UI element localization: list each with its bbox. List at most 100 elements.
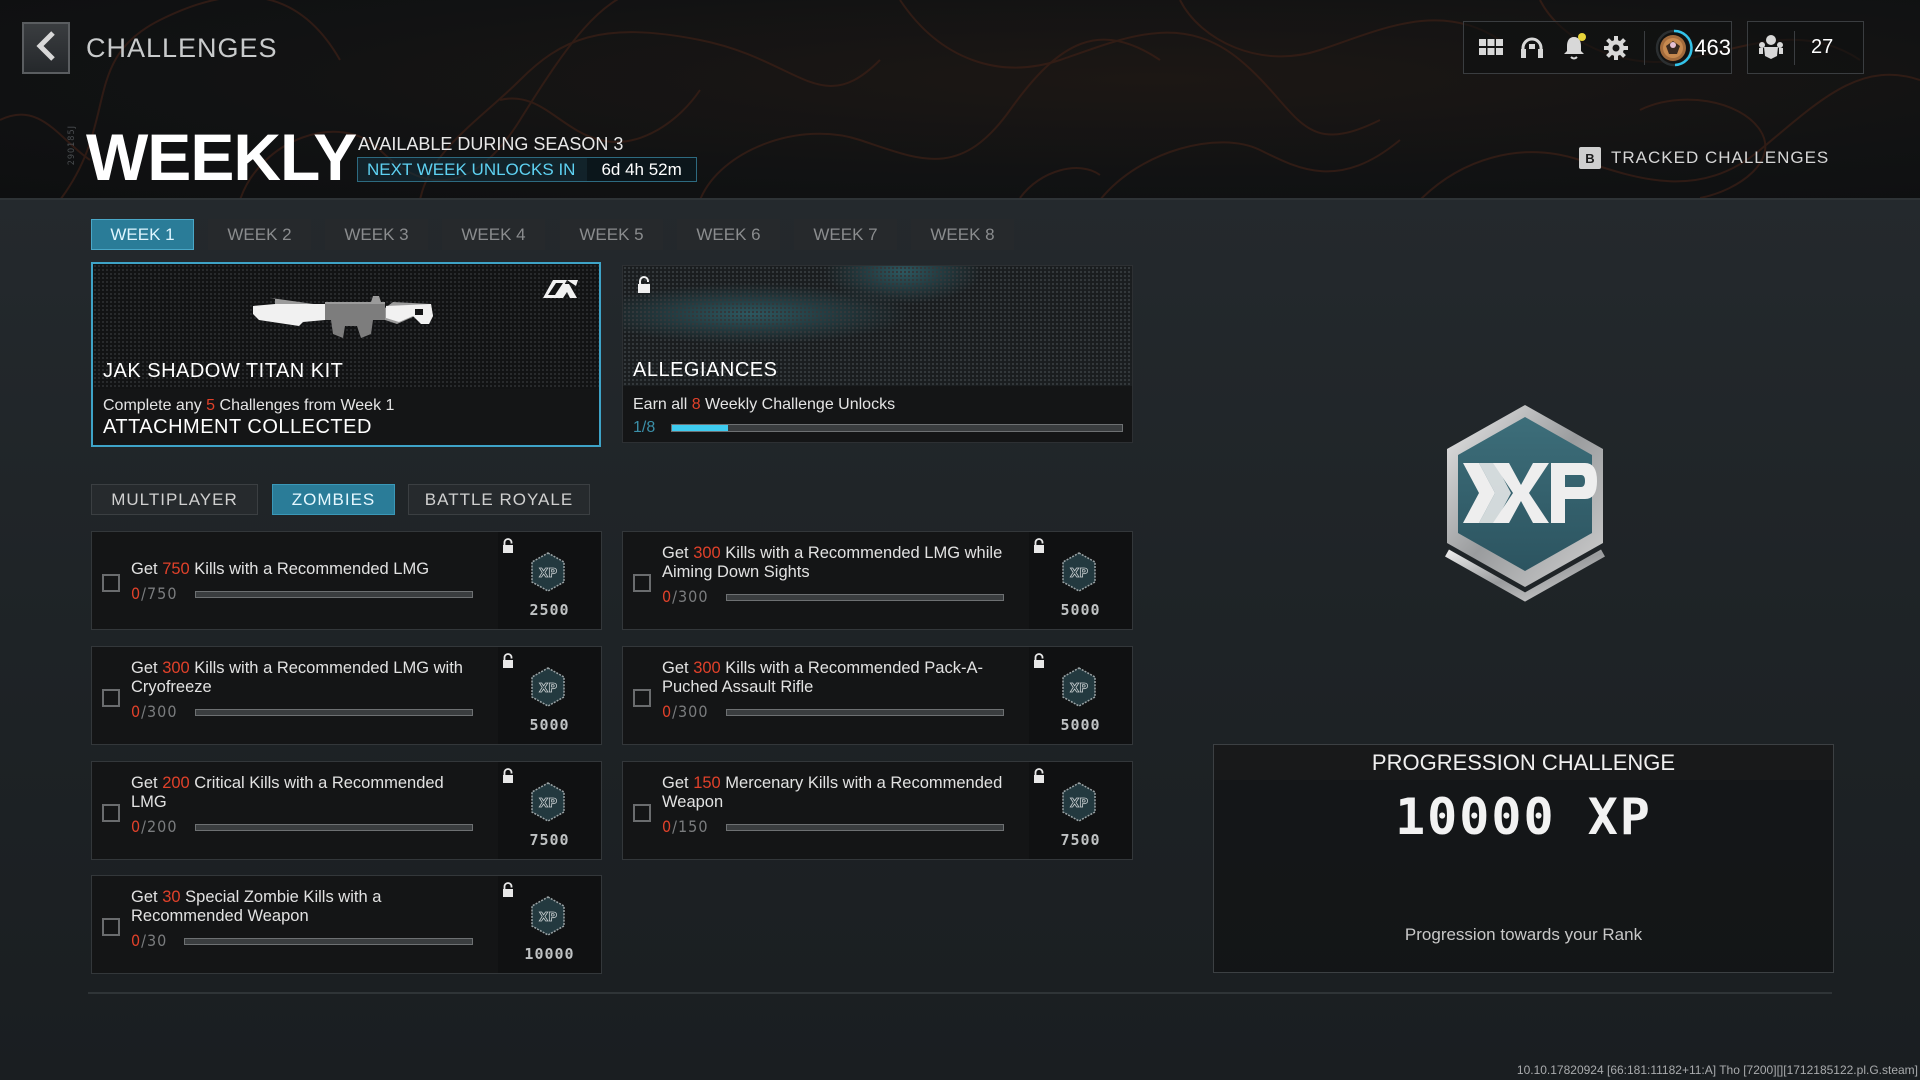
challenge-xp-reward: 10000 bbox=[524, 945, 575, 963]
challenge-description: Get 200 Critical Kills with a Recommende… bbox=[131, 774, 481, 812]
challenge-target: 200 bbox=[162, 774, 190, 792]
tab-week-8[interactable]: WEEK 8 bbox=[911, 219, 1014, 250]
challenge-progress-text: 0/150 bbox=[662, 817, 708, 836]
lock-icon bbox=[1033, 653, 1045, 673]
party-bar[interactable]: 27 bbox=[1747, 21, 1864, 74]
build-info: 10.10.17820924 [66:181:11182+11:A] Tho [… bbox=[1516, 1063, 1918, 1077]
progress-total: /300 bbox=[672, 702, 709, 721]
tab-week-4[interactable]: WEEK 4 bbox=[442, 219, 545, 250]
reward-card-jak-shadow-titan-kit[interactable]: JAK SHADOW TITAN KIT Complete any 5 Chal… bbox=[91, 262, 601, 447]
rank-emblem-icon[interactable] bbox=[1655, 29, 1694, 67]
progress-total: /150 bbox=[672, 817, 709, 836]
progress-current: 0 bbox=[662, 587, 673, 606]
lock-icon bbox=[1033, 768, 1045, 788]
challenge-row[interactable]: Get 750 Kills with a Recommended LMG 0/7… bbox=[91, 531, 602, 630]
requirement-count: 8 bbox=[691, 396, 701, 413]
requirement-text-end: Challenges from Week 1 bbox=[215, 397, 395, 414]
settings-gear-icon[interactable] bbox=[1599, 30, 1633, 66]
tab-multiplayer[interactable]: MULTIPLAYER bbox=[91, 484, 258, 515]
progress-total: /750 bbox=[141, 584, 178, 603]
reward-card-allegiances[interactable]: ALLEGIANCES Earn all 8 Weekly Challenge … bbox=[622, 265, 1133, 443]
requirement-text: Complete any bbox=[103, 397, 207, 414]
challenge-text: Get bbox=[662, 774, 694, 792]
challenge-target: 300 bbox=[693, 544, 721, 562]
challenge-progress-text: 0/300 bbox=[662, 587, 708, 606]
challenge-row[interactable]: Get 300 Kills with a Recommended Pack-A-… bbox=[622, 646, 1133, 745]
challenge-reward: XP 10000 bbox=[498, 876, 601, 973]
challenge-description: Get 30 Special Zombie Kills with a Recom… bbox=[131, 888, 481, 926]
tab-week-3[interactable]: WEEK 3 bbox=[325, 219, 428, 250]
lock-icon bbox=[502, 882, 514, 902]
tab-battle-royale[interactable]: BATTLE ROYALE bbox=[408, 484, 590, 515]
challenge-progress-text: 0/300 bbox=[131, 702, 177, 721]
tab-week-1[interactable]: WEEK 1 bbox=[91, 219, 194, 250]
challenge-text: Get bbox=[662, 659, 694, 677]
track-checkbox[interactable] bbox=[102, 918, 120, 936]
lock-icon bbox=[502, 653, 514, 673]
tracked-challenges-button[interactable]: B TRACKED CHALLENGES bbox=[1579, 147, 1829, 169]
progress-total: /30 bbox=[141, 931, 168, 950]
track-checkbox[interactable] bbox=[102, 804, 120, 822]
lock-icon bbox=[637, 276, 651, 298]
challenge-row[interactable]: Get 200 Critical Kills with a Recommende… bbox=[91, 761, 602, 860]
progress-current: 0 bbox=[131, 817, 142, 836]
xp-token-icon: XP bbox=[530, 896, 566, 940]
notification-bell-icon[interactable] bbox=[1557, 30, 1591, 66]
challenge-text: Get bbox=[131, 659, 163, 677]
unlock-time: 6d 4h 52m bbox=[587, 158, 696, 181]
challenge-xp-reward: 7500 bbox=[529, 831, 570, 849]
challenge-row[interactable]: Get 30 Special Zombie Kills with a Recom… bbox=[91, 875, 602, 974]
challenge-row[interactable]: Get 300 Kills with a Recommended LMG wit… bbox=[91, 646, 602, 745]
reward-status: ATTACHMENT COLLECTED bbox=[103, 416, 372, 438]
challenge-progress-bar bbox=[195, 591, 473, 598]
headset-icon[interactable] bbox=[1516, 30, 1550, 66]
track-checkbox[interactable] bbox=[633, 804, 651, 822]
requirement-count: 5 bbox=[206, 397, 216, 414]
xp-token-icon: XP bbox=[1061, 667, 1097, 711]
tab-week-2[interactable]: WEEK 2 bbox=[208, 219, 311, 250]
challenge-text: Get bbox=[131, 560, 163, 578]
challenge-description: Get 300 Kills with a Recommended Pack-A-… bbox=[662, 659, 1012, 697]
key-hint-b: B bbox=[1579, 147, 1601, 169]
challenge-reward: XP 7500 bbox=[1029, 762, 1132, 859]
challenge-progress-text: 0/30 bbox=[131, 931, 167, 950]
challenge-progress-text: 0/300 bbox=[662, 702, 708, 721]
tab-zombies[interactable]: ZOMBIES bbox=[272, 484, 395, 515]
challenge-xp-reward: 5000 bbox=[1060, 601, 1101, 619]
progress-total: /300 bbox=[141, 702, 178, 721]
track-checkbox[interactable] bbox=[633, 574, 651, 592]
svg-text:XP: XP bbox=[539, 796, 557, 810]
track-checkbox[interactable] bbox=[102, 574, 120, 592]
progression-xp-value: 10000 XP bbox=[1395, 788, 1652, 846]
challenge-xp-reward: 2500 bbox=[529, 601, 570, 619]
challenge-row[interactable]: Get 150 Mercenary Kills with a Recommend… bbox=[622, 761, 1133, 860]
reward-requirement: Complete any 5 Challenges from Week 1 bbox=[103, 397, 394, 415]
rank-level: 463 bbox=[1694, 34, 1732, 60]
apps-grid-icon[interactable] bbox=[1474, 30, 1508, 66]
challenge-progress-bar bbox=[195, 824, 473, 831]
track-checkbox[interactable] bbox=[633, 689, 651, 707]
progression-description: Progression towards your Rank bbox=[1404, 925, 1643, 944]
back-button[interactable] bbox=[22, 22, 70, 74]
challenge-row[interactable]: Get 300 Kills with a Recommended LMG whi… bbox=[622, 531, 1133, 630]
track-checkbox[interactable] bbox=[102, 689, 120, 707]
lock-icon bbox=[1033, 538, 1045, 558]
xp-token-icon: XP bbox=[530, 552, 566, 596]
requirement-text-end: Weekly Challenge Unlocks bbox=[700, 396, 896, 413]
challenge-reward: XP 5000 bbox=[498, 647, 601, 744]
progress-total: /300 bbox=[672, 587, 709, 606]
reward-requirement: Earn all 8 Weekly Challenge Unlocks bbox=[633, 396, 895, 414]
lock-icon bbox=[502, 768, 514, 788]
tab-week-7[interactable]: WEEK 7 bbox=[794, 219, 897, 250]
svg-text:XP: XP bbox=[1070, 566, 1088, 580]
challenge-reward: XP 5000 bbox=[1029, 647, 1132, 744]
tab-week-6[interactable]: WEEK 6 bbox=[677, 219, 780, 250]
svg-text:XP: XP bbox=[1070, 796, 1088, 810]
tab-week-5[interactable]: WEEK 5 bbox=[560, 219, 663, 250]
challenge-xp-reward: 5000 bbox=[529, 716, 570, 734]
tracked-challenges-label: TRACKED CHALLENGES bbox=[1611, 148, 1830, 167]
reward-progress-bar bbox=[671, 424, 1123, 432]
progress-current: 0 bbox=[131, 584, 142, 603]
challenge-description: Get 750 Kills with a Recommended LMG bbox=[131, 560, 481, 579]
xp-token-icon: XP bbox=[530, 782, 566, 826]
